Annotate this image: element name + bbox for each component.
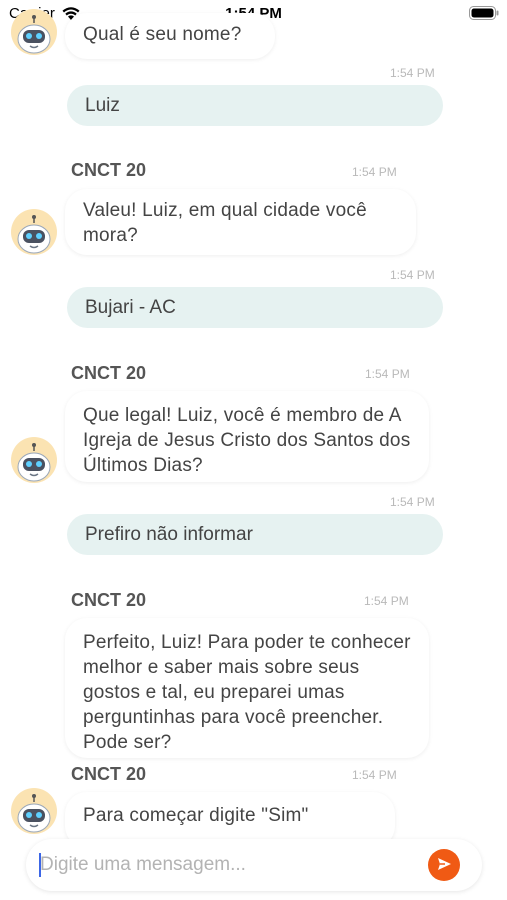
message-time: 1:54 PM (365, 367, 410, 381)
message-text: Prefiro não informar (85, 524, 253, 545)
message-text: Valeu! Luiz, em qual cidade você mora? (83, 200, 367, 246)
send-button[interactable] (428, 849, 460, 881)
user-message: Bujari - AC (67, 287, 443, 328)
message-text: Para começar digite "Sim" (83, 805, 309, 826)
message-time: 1:54 PM (390, 66, 435, 80)
message-text: Que legal! Luiz, você é membro de A Igre… (83, 405, 411, 476)
message-input[interactable] (40, 839, 420, 891)
robot-avatar-icon (11, 437, 57, 483)
sender-name: CNCT 20 (71, 160, 147, 180)
robot-avatar-icon (11, 788, 57, 834)
bot-message: Para começar digite "Sim" (65, 792, 395, 840)
sender-name: CNCT 20 (71, 363, 147, 383)
message-composer (26, 839, 482, 891)
message-text: Qual é seu nome? (83, 24, 242, 45)
bot-message: Qual é seu nome? (65, 13, 275, 59)
message-text: Perfeito, Luiz! Para poder te conhecer m… (83, 632, 411, 753)
bot-message: Perfeito, Luiz! Para poder te conhecer m… (65, 618, 429, 758)
robot-avatar-icon (11, 209, 57, 255)
user-message: Prefiro não informar (67, 514, 443, 555)
user-message: Luiz (67, 85, 443, 126)
sender-name: CNCT 20 (71, 764, 147, 784)
robot-avatar-icon (11, 9, 57, 55)
message-time: 1:54 PM (364, 594, 409, 608)
bot-message: Valeu! Luiz, em qual cidade você mora? (65, 189, 416, 255)
message-time: 1:54 PM (352, 768, 397, 782)
message-time: 1:54 PM (390, 268, 435, 282)
message-time: 1:54 PM (390, 495, 435, 509)
sender-name: CNCT 20 (71, 590, 147, 610)
bot-message: Que legal! Luiz, você é membro de A Igre… (65, 391, 429, 482)
send-icon (436, 856, 452, 875)
message-text: Bujari - AC (85, 297, 176, 318)
message-time: 1:54 PM (352, 165, 397, 179)
chat-area[interactable]: Qual é seu nome? 1:54 PM Luiz CNCT 20 1:… (0, 0, 507, 840)
message-text: Luiz (85, 95, 120, 116)
